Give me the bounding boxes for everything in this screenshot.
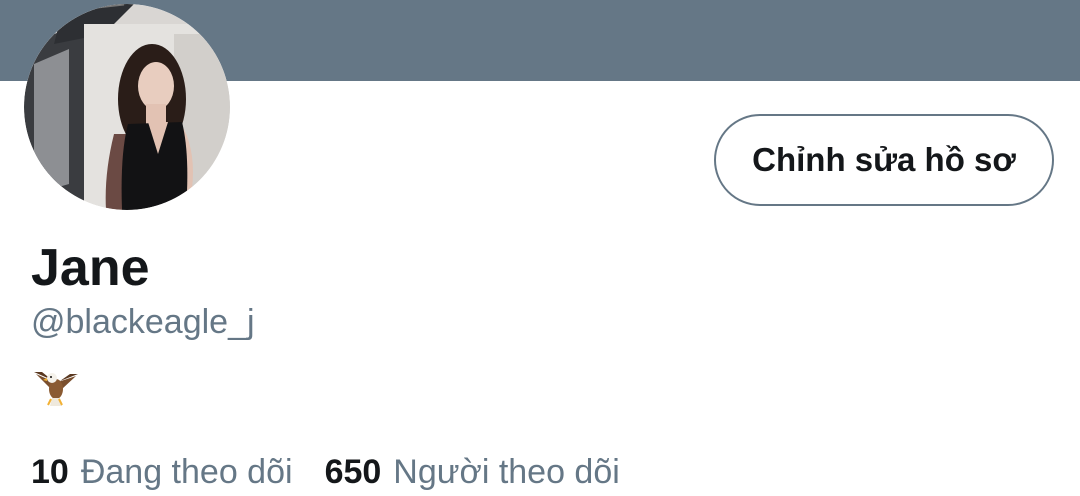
edit-profile-button[interactable]: Chỉnh sửa hồ sơ bbox=[714, 114, 1054, 206]
profile-display-name: Jane bbox=[31, 239, 150, 297]
followers-stat[interactable]: 650 Người theo dõi bbox=[325, 450, 620, 494]
avatar-photo bbox=[24, 4, 230, 210]
following-stat[interactable]: 10 Đang theo dõi bbox=[31, 450, 293, 494]
following-label: Đang theo dõi bbox=[80, 453, 293, 491]
following-count: 10 bbox=[31, 453, 69, 491]
profile-handle: @blackeagle_j bbox=[31, 303, 255, 341]
profile-avatar[interactable] bbox=[24, 4, 230, 210]
edit-profile-label: Chỉnh sửa hồ sơ bbox=[752, 141, 1016, 178]
bio-eagle-icon bbox=[32, 362, 80, 410]
followers-count: 650 bbox=[324, 453, 382, 491]
followers-label: Người theo dõi bbox=[393, 453, 620, 491]
profile-stats: 10 Đang theo dõi 650 Người theo dõi bbox=[31, 450, 652, 494]
